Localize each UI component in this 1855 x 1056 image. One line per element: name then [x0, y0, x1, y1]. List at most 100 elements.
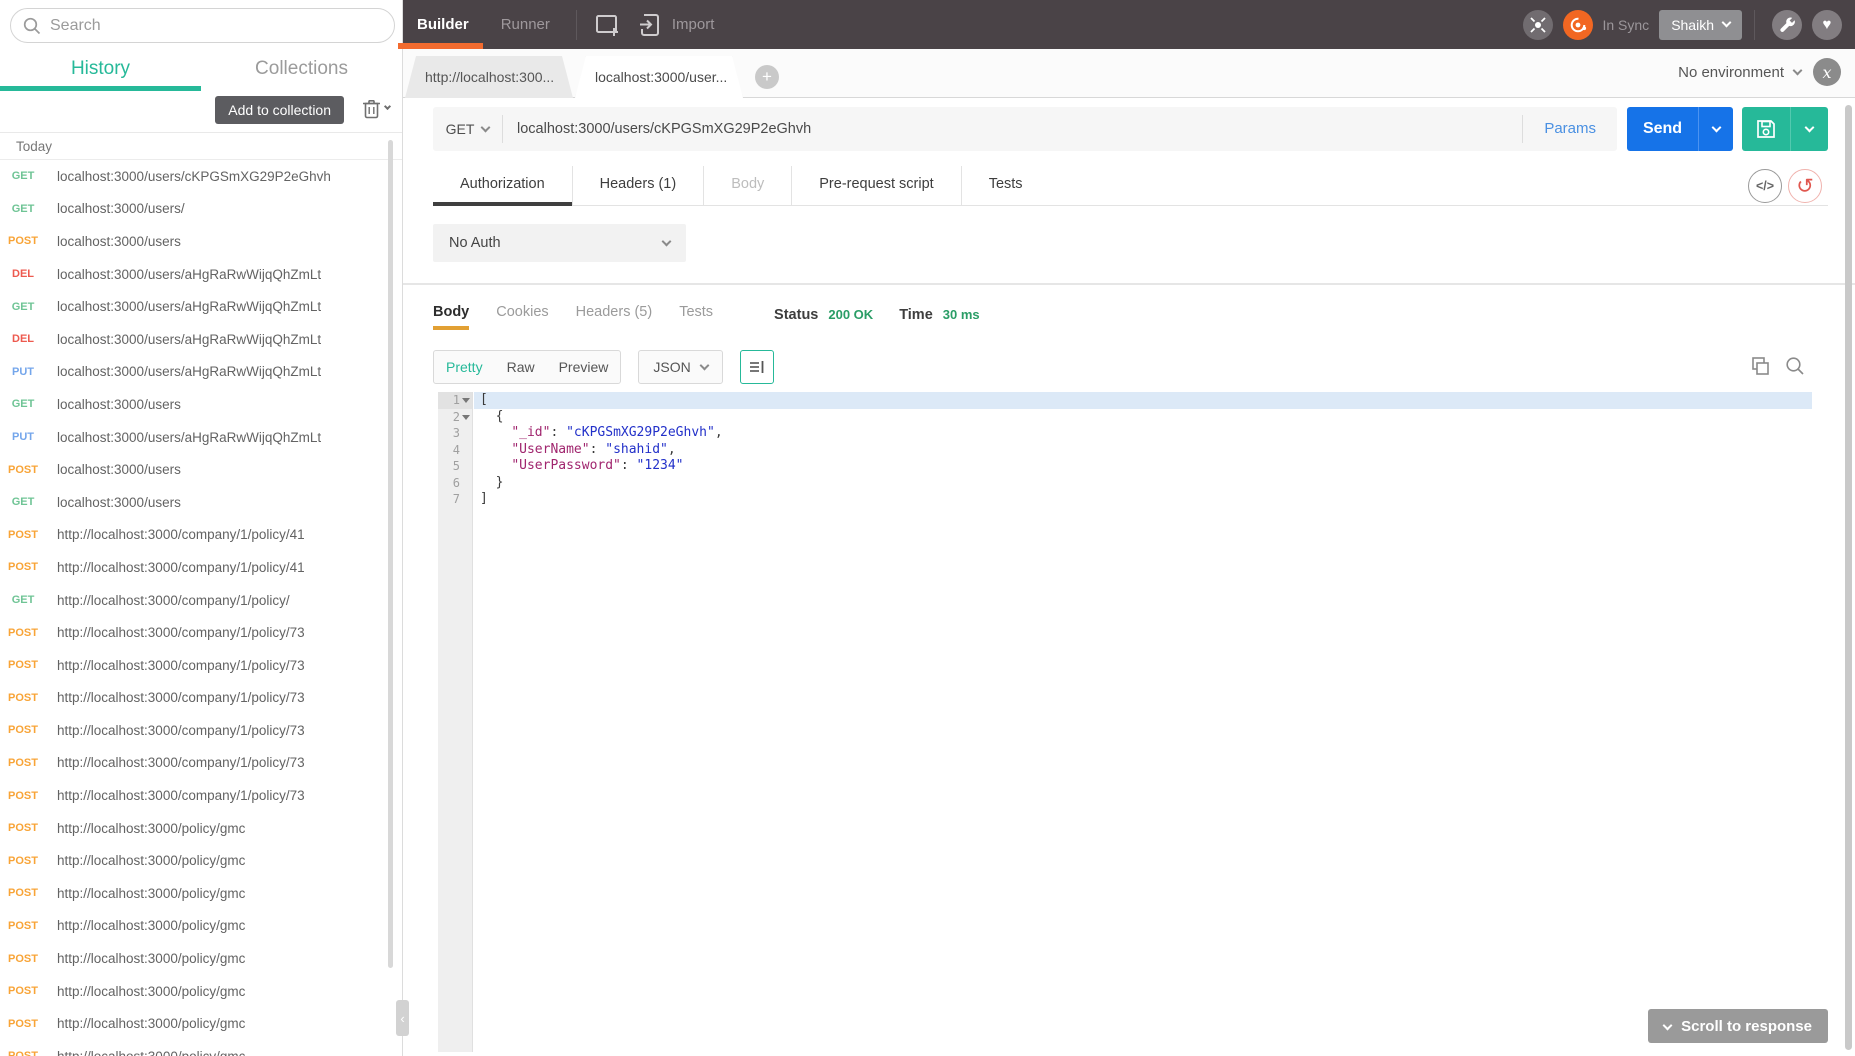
reset-request-button[interactable]: ↺	[1788, 169, 1822, 203]
user-menu-button[interactable]: Shaikh	[1659, 9, 1742, 40]
scroll-to-response-button[interactable]: Scroll to response	[1648, 1009, 1828, 1043]
history-item[interactable]: POST http://localhost:3000/company/1/poli…	[0, 616, 402, 649]
history-item[interactable]: GET localhost:3000/users	[0, 388, 402, 421]
add-tab-icon[interactable]: +	[755, 65, 779, 89]
menu-builder[interactable]: Builder	[398, 0, 485, 49]
url-input[interactable]: localhost:3000/users/cKPGSmXG29P2eGhvh	[503, 121, 1522, 137]
sidebar-scrollbar[interactable]	[388, 140, 393, 968]
history-item[interactable]: DEL localhost:3000/users/aHgRaRwWijqQhZmL…	[0, 258, 402, 291]
environment-selector[interactable]: No environment	[1678, 63, 1803, 81]
copy-response-icon[interactable]	[1748, 355, 1770, 377]
response-body-editor[interactable]: 123 4 5 6 7 [ { "_id": "cKPGSmXG29P2eGhvh", …	[438, 392, 1812, 1052]
history-item[interactable]: POST http://localhost:3000/policy/gmc	[0, 1007, 402, 1040]
request-tab-1[interactable]: http://localhost:300...	[405, 56, 573, 98]
generate-code-button[interactable]: </>	[1748, 169, 1782, 203]
trash-menu-chevron-icon[interactable]	[383, 102, 392, 111]
history-item[interactable]: DEL localhost:3000/users/aHgRaRwWijqQhZmL…	[0, 323, 402, 356]
language-chevron-icon	[699, 360, 710, 370]
auth-type-dropdown[interactable]: No Auth	[433, 224, 686, 262]
history-item[interactable]: POST http://localhost:3000/company/1/poli…	[0, 747, 402, 780]
history-item[interactable]: POST http://localhost:3000/policy/gmc	[0, 910, 402, 943]
history-item[interactable]: POST http://localhost:3000/company/1/poli…	[0, 714, 402, 747]
history-item[interactable]: POST http://localhost:3000/company/1/poli…	[0, 649, 402, 682]
beautify-button[interactable]	[739, 350, 774, 384]
history-item[interactable]: PUT localhost:3000/users/aHgRaRwWijqQhZmL…	[0, 421, 402, 454]
view-mode-preview[interactable]: Preview	[547, 351, 621, 383]
environment-label: No environment	[1678, 63, 1784, 81]
sync-icon[interactable]	[1563, 9, 1594, 40]
method-badge: POST	[8, 561, 38, 574]
history-item[interactable]: POST http://localhost:3000/policy/gmc	[0, 877, 402, 910]
add-to-collection-tooltip: Add to collection	[215, 96, 344, 124]
request-config-tab-authorization[interactable]: Authorization	[433, 166, 573, 206]
save-icon	[1742, 107, 1790, 151]
history-item[interactable]: POST http://localhost:3000/company/1/poli…	[0, 519, 402, 552]
request-tab-2-label: localhost:3000/user...	[595, 69, 728, 85]
method-dropdown[interactable]: GET	[433, 115, 503, 143]
menu-import[interactable]: Import	[670, 0, 731, 49]
send-button[interactable]: Send	[1627, 107, 1733, 151]
history-item[interactable]: POST http://localhost:3000/company/1/poli…	[0, 779, 402, 812]
close-tab-icon[interactable]: ×	[737, 67, 747, 87]
search-box[interactable]	[10, 8, 395, 43]
history-item[interactable]: POST http://localhost:3000/policy/gmc	[0, 1040, 402, 1056]
method-badge: POST	[8, 626, 38, 639]
sidebar-collapse-handle[interactable]: ‹	[396, 1000, 409, 1036]
response-tab-body[interactable]: Body	[433, 299, 470, 330]
view-mode-pretty[interactable]: Pretty	[434, 351, 495, 383]
save-button[interactable]	[1742, 107, 1828, 151]
import-icon[interactable]	[637, 13, 662, 37]
user-name: Shaikh	[1671, 16, 1714, 33]
save-options-chevron-icon[interactable]	[1790, 107, 1828, 151]
tab-collections[interactable]: Collections	[201, 50, 402, 91]
view-mode-raw[interactable]: Raw	[495, 351, 547, 383]
history-item[interactable]: GET localhost:3000/users/	[0, 193, 402, 226]
fold-arrow-icon[interactable]	[462, 398, 470, 403]
favorites-heart-icon[interactable]: ♥	[1812, 9, 1842, 40]
topbar-right: In Sync Shaikh ♥	[1518, 9, 1855, 40]
history-item[interactable]: POST http://localhost:3000/policy/gmc	[0, 975, 402, 1008]
response-tab-cookies[interactable]: Cookies	[496, 299, 548, 330]
request-config-tab-body[interactable]: Body	[704, 166, 793, 205]
response-tab-headers-5[interactable]: Headers (5)	[576, 299, 653, 330]
history-item[interactable]: POST localhost:3000/users	[0, 453, 402, 486]
history-url: localhost:3000/users/	[57, 201, 185, 217]
request-config-tab-tests[interactable]: Tests	[962, 166, 1050, 205]
search-input[interactable]	[50, 16, 382, 35]
history-item[interactable]: POST http://localhost:3000/company/1/poli…	[0, 682, 402, 715]
sidebar-toolbar: Add to collection	[0, 91, 402, 133]
clear-history-button[interactable]	[362, 98, 392, 119]
request-tab-2[interactable]: localhost:3000/user... ×	[575, 56, 743, 98]
main-scrollbar[interactable]	[1845, 105, 1852, 1050]
history-url: localhost:3000/users/aHgRaRwWijqQhZmLt	[57, 266, 322, 282]
history-item[interactable]: GET localhost:3000/users/cKPGSmXG29P2eGhv…	[0, 160, 402, 193]
history-item[interactable]: POST localhost:3000/users	[0, 225, 402, 258]
send-options-chevron-icon[interactable]	[1698, 107, 1733, 151]
history-item[interactable]: GET localhost:3000/users	[0, 486, 402, 519]
history-url: http://localhost:3000/policy/gmc	[57, 983, 246, 999]
fold-arrow-icon[interactable]	[462, 414, 470, 420]
history-item[interactable]: POST http://localhost:3000/company/1/poli…	[0, 551, 402, 584]
new-window-icon[interactable]	[595, 13, 621, 37]
tab-history[interactable]: History	[0, 50, 201, 91]
history-item[interactable]: POST http://localhost:3000/policy/gmc	[0, 942, 402, 975]
history-item[interactable]: POST http://localhost:3000/policy/gmc	[0, 812, 402, 845]
params-button[interactable]: Params	[1522, 115, 1617, 143]
request-config-tab-pre-request-script[interactable]: Pre-request script	[792, 166, 962, 205]
settings-wrench-icon[interactable]	[1772, 9, 1802, 40]
history-item[interactable]: GET http://localhost:3000/company/1/polic…	[0, 584, 402, 617]
history-item[interactable]: POST http://localhost:3000/policy/gmc	[0, 844, 402, 877]
view-mode-group: Pretty Raw Preview	[433, 350, 622, 384]
method-badge: POST	[8, 789, 38, 802]
history-item[interactable]: GET localhost:3000/users/aHgRaRwWijqQhZmL…	[0, 290, 402, 323]
history-item[interactable]: PUT localhost:3000/users/aHgRaRwWijqQhZmL…	[0, 356, 402, 389]
response-tab-tests[interactable]: Tests	[679, 299, 713, 330]
language-dropdown[interactable]: JSON	[638, 350, 723, 384]
environment-quicklook-icon[interactable]: x	[1813, 58, 1841, 86]
search-response-icon[interactable]	[1784, 355, 1806, 377]
menu-runner[interactable]: Runner	[485, 0, 566, 49]
request-config-tab-headers-1[interactable]: Headers (1)	[573, 166, 705, 205]
interceptor-icon[interactable]	[1523, 9, 1554, 40]
status-badge: 200 OK	[828, 307, 874, 322]
